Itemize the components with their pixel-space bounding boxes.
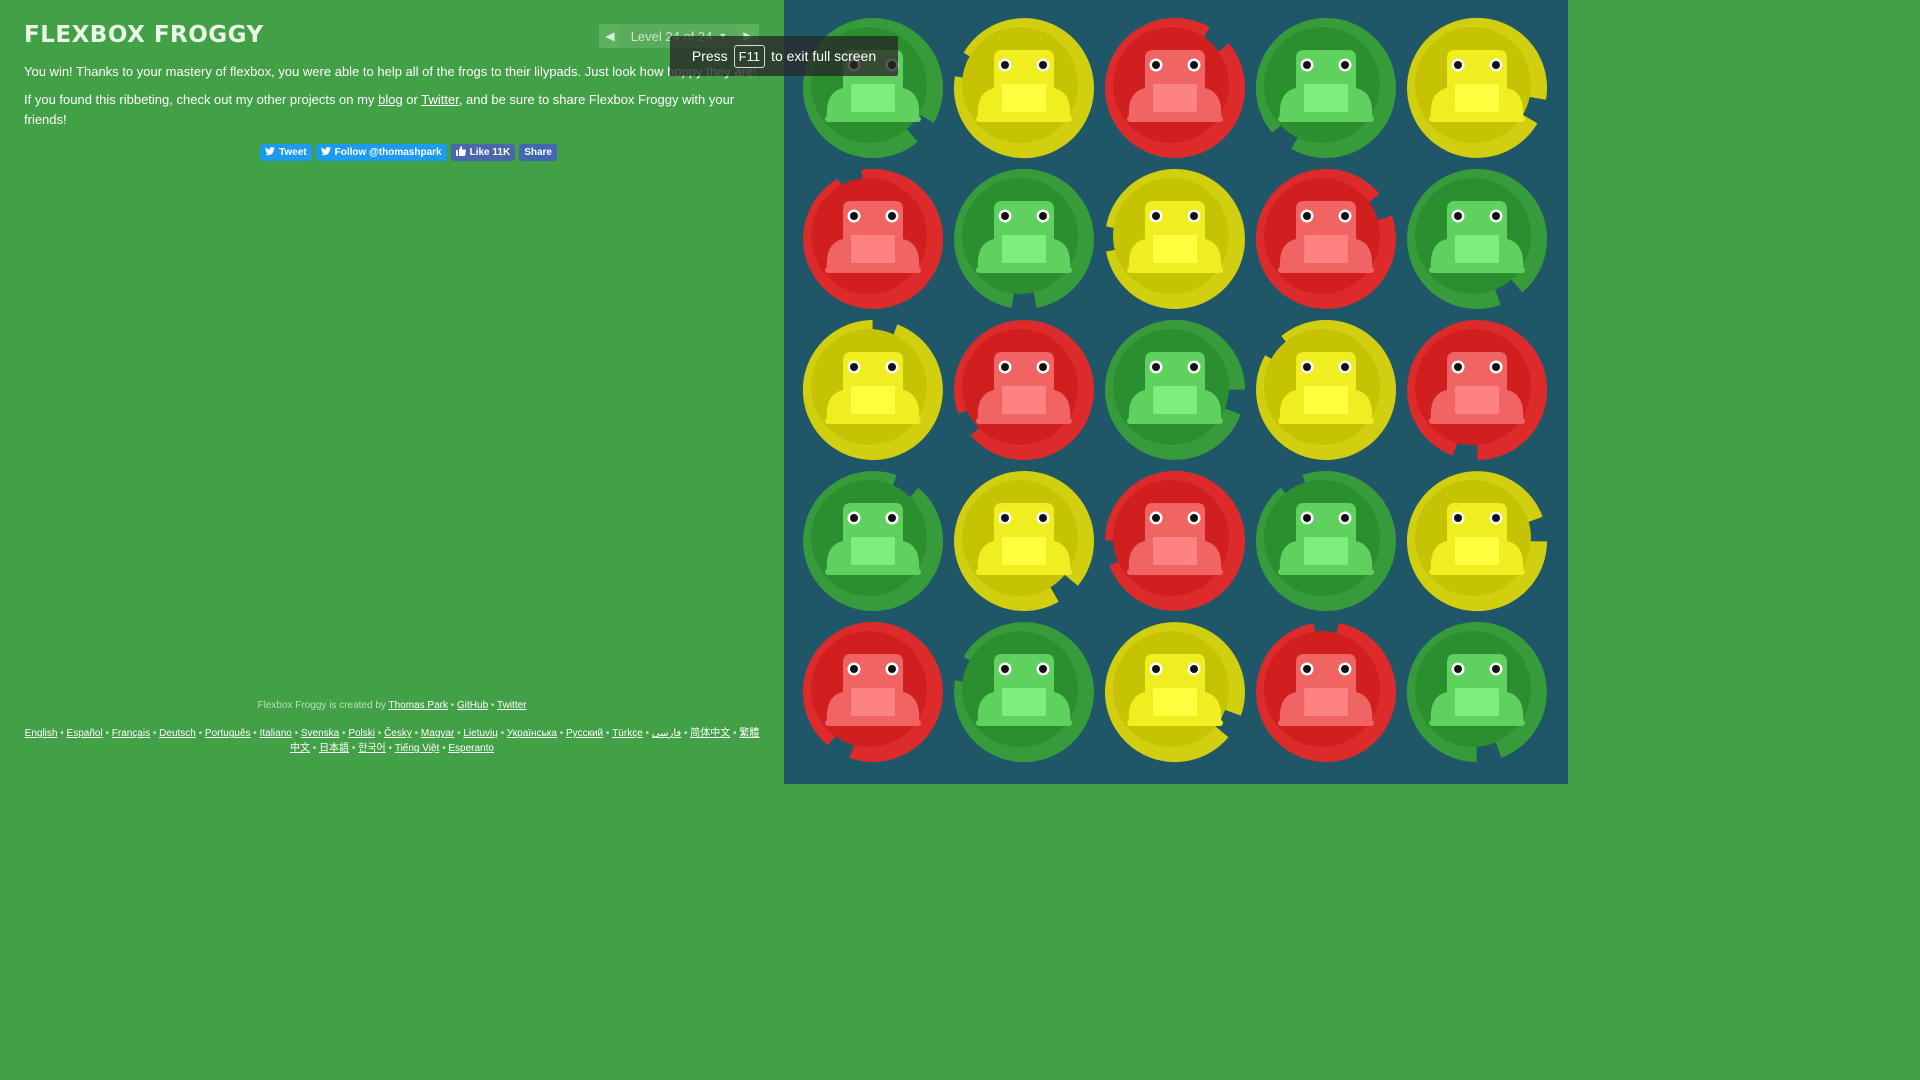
lilypad-yellow (949, 13, 1099, 163)
language-link[interactable]: Lietuvių (463, 728, 497, 739)
frog-yellow-icon (1407, 17, 1548, 158)
pond (784, 0, 1568, 784)
frog-yellow-icon (802, 320, 943, 460)
language-link[interactable]: Česky (384, 728, 412, 739)
twitter-link[interactable]: Twitter (421, 92, 459, 107)
twitter-bird-icon (320, 146, 331, 159)
share-buttons: Tweet Follow @thomashpark Like 11K Share (260, 144, 557, 161)
language-link[interactable]: Українська (507, 728, 557, 739)
app-title: FLEXBOX FROGGY (24, 22, 264, 48)
language-link[interactable]: English (25, 728, 58, 739)
triangle-left-icon: ◀ (605, 29, 615, 43)
frog-red-icon (1105, 18, 1246, 159)
language-link[interactable]: Polski (348, 728, 375, 739)
projects-message: If you found this ribbeting, check out m… (24, 92, 735, 127)
lilypad-red (1100, 466, 1250, 616)
follow-button[interactable]: Follow @thomashpark (315, 144, 447, 161)
language-link[interactable]: Italiano (260, 728, 292, 739)
lilypad-green (949, 617, 1099, 767)
lilypad-red (949, 315, 1099, 465)
frog-red-icon (1407, 320, 1548, 461)
twitter-bird-icon (265, 146, 275, 159)
language-link[interactable]: Français (112, 728, 150, 739)
lilypad-yellow (1402, 13, 1552, 163)
language-link[interactable]: Русский (566, 728, 603, 739)
author-link[interactable]: Thomas Park (389, 700, 448, 711)
frog-yellow-icon (954, 470, 1095, 611)
frog-yellow-icon (953, 18, 1094, 159)
language-link[interactable]: Deutsch (159, 728, 196, 739)
tweet-button[interactable]: Tweet (260, 144, 312, 161)
like-label: Like 11K (469, 147, 511, 158)
lilypad-yellow (1100, 617, 1250, 767)
instructions: You win! Thanks to your mastery of flexb… (24, 62, 764, 138)
frog-yellow-icon (1104, 622, 1245, 763)
frog-green-icon (1105, 319, 1245, 460)
frog-yellow-icon (1256, 319, 1397, 460)
lilypad-red (798, 617, 948, 767)
frog-red-icon (1105, 470, 1245, 611)
lilypad-green (949, 164, 1099, 314)
lilypad-green (1100, 315, 1250, 465)
frog-yellow-icon (1106, 169, 1245, 309)
f11-key: F11 (733, 44, 766, 68)
frog-red-icon (1256, 623, 1396, 762)
language-link[interactable]: Esperanto (448, 743, 494, 754)
language-link[interactable]: Português (205, 728, 251, 739)
lilypad-red (1402, 315, 1552, 465)
language-link[interactable]: Español (67, 728, 103, 739)
frog-green-icon (954, 169, 1094, 308)
prev-level-button[interactable]: ◀ (599, 24, 621, 48)
language-link[interactable]: 한국어 (358, 743, 386, 754)
fullscreen-exit-toast: Press F11 to exit full screen (670, 36, 898, 76)
win-message: You win! Thanks to your mastery of flexb… (24, 64, 757, 79)
facebook-share-button[interactable]: Share (519, 144, 557, 161)
lilypad-green (1251, 466, 1401, 616)
frog-green-icon (1407, 168, 1548, 309)
language-link[interactable]: Türkçe (612, 728, 643, 739)
frog-green-icon (1406, 622, 1547, 762)
thumbs-up-icon (455, 146, 466, 159)
like-button[interactable]: Like 11K (450, 144, 516, 161)
language-link[interactable]: فارسی (652, 728, 681, 739)
lilypad-red (1251, 617, 1401, 767)
github-link[interactable]: GitHub (457, 700, 488, 711)
frog-red-icon (1255, 168, 1396, 309)
frog-green-icon (1255, 471, 1396, 612)
frog-red-icon (802, 621, 943, 762)
lilypad-green (1251, 13, 1401, 163)
frog-red-icon (803, 168, 944, 309)
blog-link[interactable]: blog (378, 92, 403, 107)
lilypad-yellow (1100, 164, 1250, 314)
frog-green-icon (803, 471, 944, 612)
language-list: English • Español • Français • Deutsch •… (24, 728, 760, 754)
language-link[interactable]: Tiếng Việt (395, 743, 439, 754)
frog-green-icon (953, 622, 1094, 763)
sidebar: FLEXBOX FROGGY ◀ Level 24 of 24 ▼ ▶ You … (0, 0, 784, 882)
lilypad-yellow (949, 466, 1099, 616)
language-link[interactable]: Magyar (421, 728, 454, 739)
lilypad-red (798, 164, 948, 314)
lilypad-yellow (798, 315, 948, 465)
credits: Flexbox Froggy is created by Thomas Park… (257, 700, 527, 711)
lilypad-green (1402, 617, 1552, 767)
lilypad-red (1251, 164, 1401, 314)
follow-label: Follow @thomashpark (334, 147, 442, 158)
share-label: Share (524, 147, 552, 158)
lilypad-red (1100, 13, 1250, 163)
tweet-label: Tweet (279, 147, 307, 158)
language-link[interactable]: 简体中文 (690, 728, 730, 739)
language-link[interactable]: 日本語 (319, 743, 349, 754)
frog-yellow-icon (1407, 471, 1547, 612)
lilypad-yellow (1251, 315, 1401, 465)
frog-red-icon (954, 320, 1095, 461)
credits-twitter-link[interactable]: Twitter (497, 700, 526, 711)
lilypad-green (798, 466, 948, 616)
lilypad-yellow (1402, 466, 1552, 616)
lilypad-green (1402, 164, 1552, 314)
frog-green-icon (1255, 17, 1396, 158)
language-link[interactable]: Svenska (301, 728, 339, 739)
